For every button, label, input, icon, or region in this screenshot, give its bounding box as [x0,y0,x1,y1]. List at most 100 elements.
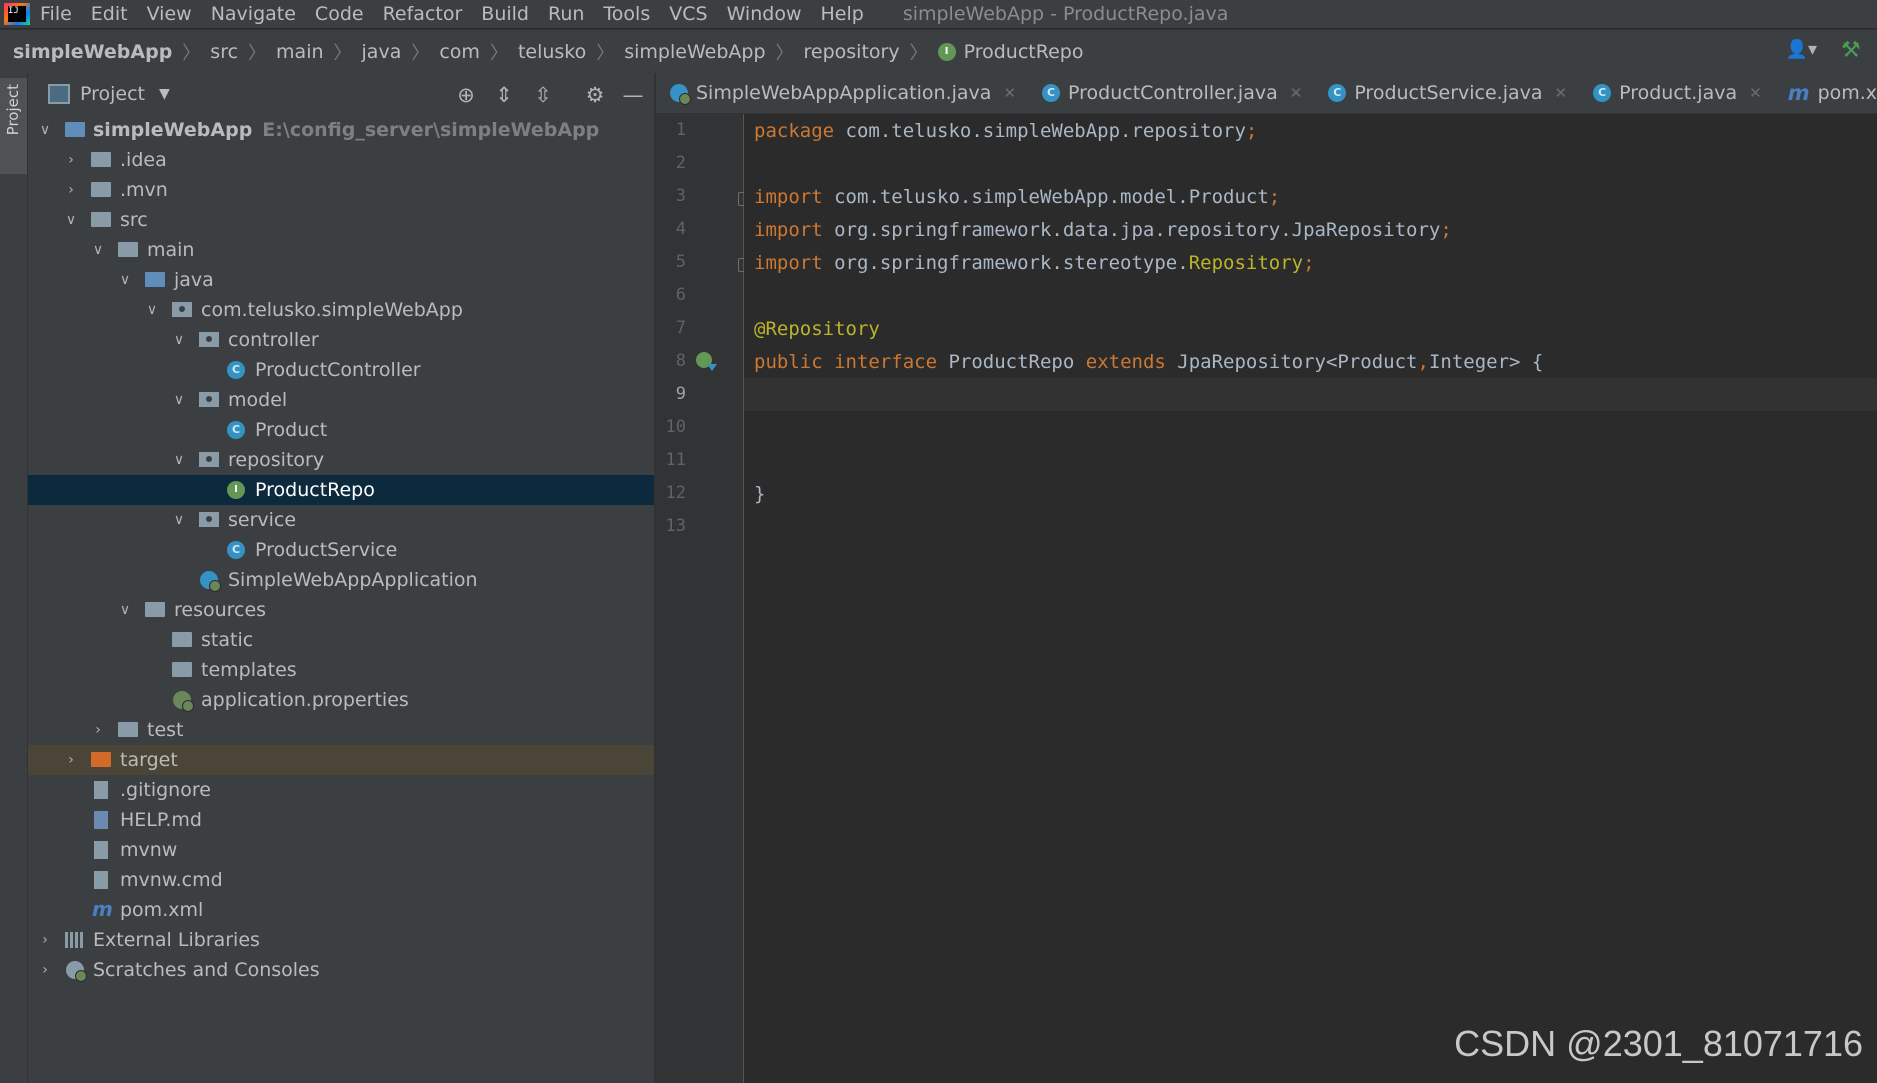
breadcrumb-item[interactable]: simpleWebApp [624,41,765,63]
tree-item-mvn[interactable]: › .mvn [28,175,654,205]
chevron-right-icon[interactable]: › [37,955,53,985]
tree-item-application-properties[interactable]: application.properties [28,685,654,715]
chevron-right-icon[interactable]: › [63,145,79,175]
menu-tools[interactable]: Tools [603,3,650,25]
tree-item-label: .gitignore [120,779,211,801]
tab-simplewebappapplication[interactable]: SimpleWebAppApplication.java ✕ [656,73,1028,113]
tree-item-external-libraries[interactable]: › External Libraries [28,925,654,955]
menu-run[interactable]: Run [548,3,584,25]
breadcrumb-item[interactable]: repository [804,41,900,63]
tree-item-resources[interactable]: ∨ resources [28,595,654,625]
tree-item-static[interactable]: static [28,625,654,655]
build-hammer-icon[interactable]: ⚒ [1841,38,1863,63]
menu-help[interactable]: Help [820,3,863,25]
tree-item-productcontroller[interactable]: C ProductController [28,355,654,385]
chevron-down-icon[interactable]: ∨ [171,385,187,415]
tab-productcontroller[interactable]: C ProductController.java ✕ [1028,73,1314,113]
tree-item-model[interactable]: ∨ model [28,385,654,415]
tree-item-product[interactable]: C Product [28,415,654,445]
tree-item-productrepo[interactable]: I ProductRepo [28,475,654,505]
project-panel-header: Project ▼ ⊕ ⇕ ⇳ ⚙ — [28,73,654,115]
chevron-down-icon[interactable]: ∨ [117,595,133,625]
tree-item-target[interactable]: › target [28,745,654,775]
menu-file[interactable]: File [40,3,72,25]
tree-item-mvnw[interactable]: mvnw [28,835,654,865]
close-icon[interactable]: ✕ [1555,84,1568,102]
chevron-down-icon[interactable]: ∨ [144,295,160,325]
project-panel-title[interactable]: Project [80,83,145,105]
tree-item-label: templates [201,659,297,681]
library-icon [65,932,85,948]
chevron-right-icon[interactable]: › [63,175,79,205]
close-icon[interactable]: ✕ [1003,84,1016,102]
tab-product[interactable]: C Product.java ✕ [1579,73,1774,113]
dropdown-arrow-icon[interactable]: ▼ [159,86,170,102]
breadcrumb-item[interactable]: src [210,41,238,63]
tree-item-productservice[interactable]: C ProductService [28,535,654,565]
tree-item-service[interactable]: ∨ service [28,505,654,535]
breadcrumb-item[interactable]: main [276,41,323,63]
chevron-down-icon[interactable]: ∨ [117,265,133,295]
chevron-down-icon[interactable]: ∨ [171,445,187,475]
gear-icon[interactable]: ⚙ [583,83,607,107]
scratches-icon [66,961,87,982]
tree-item-simplewebapp[interactable]: ∨ simpleWebApp E:\config_server\simpleWeb… [28,115,654,145]
user-account-icon[interactable]: 👤▾ [1786,39,1817,60]
tree-item-package[interactable]: ∨ com.telusko.simpleWebApp [28,295,654,325]
code-editor[interactable]: package com.telusko.simpleWebApp.reposit… [744,114,1877,1083]
minimize-icon[interactable]: — [621,83,645,107]
tree-item-mvnw-cmd[interactable]: mvnw.cmd [28,865,654,895]
chevron-right-icon[interactable]: › [37,925,53,955]
breadcrumb-item[interactable]: ProductRepo [964,41,1084,63]
chevron-down-icon[interactable]: ∨ [171,325,187,355]
chevron-down-icon[interactable]: ∨ [171,505,187,535]
tree-item-help-md[interactable]: HELP.md [28,805,654,835]
menu-vcs[interactable]: VCS [669,3,707,25]
tree-item-label: main [147,239,195,261]
tree-item-test[interactable]: › test [28,715,654,745]
project-tool-tab[interactable]: Project [0,78,27,174]
tree-item-idea[interactable]: › .idea [28,145,654,175]
breadcrumb-item[interactable]: java [362,41,402,63]
tree-item-simplewebappapplication[interactable]: SimpleWebAppApplication [28,565,654,595]
expand-all-icon[interactable]: ⇕ [492,83,516,107]
project-panel: Project ▼ ⊕ ⇕ ⇳ ⚙ — ∨ simpleWebApp E:\con… [28,73,654,1083]
chevron-right-icon[interactable]: › [63,745,79,775]
tree-item-java[interactable]: ∨ java [28,265,654,295]
tree-item-templates[interactable]: templates [28,655,654,685]
line-number: 10 [665,417,686,437]
chevron-right-icon[interactable]: › [90,715,106,745]
tab-pom-xml[interactable]: m pom.xml (simpleWebApp) [1774,73,1877,113]
tree-item-label: simpleWebApp [93,119,253,141]
tab-productservice[interactable]: C ProductService.java ✕ [1314,73,1579,113]
tree-item-main[interactable]: ∨ main [28,235,654,265]
menu-build[interactable]: Build [481,3,529,25]
breadcrumb-item[interactable]: simpleWebApp [13,41,172,63]
breadcrumb-item[interactable]: com [439,41,480,63]
collapse-all-icon[interactable]: ⇳ [531,83,555,107]
menu-edit[interactable]: Edit [91,3,128,25]
tree-item-pom-xml[interactable]: m pom.xml [28,895,654,925]
chevron-down-icon[interactable]: ∨ [90,235,106,265]
menu-navigate[interactable]: Navigate [211,3,296,25]
tree-item-repository[interactable]: ∨ repository [28,445,654,475]
chevron-down-icon[interactable]: ∨ [63,205,79,235]
menu-code[interactable]: Code [315,3,364,25]
tree-item-label: Product [255,419,328,441]
current-line-highlight [744,378,1877,411]
breadcrumb-item[interactable]: telusko [518,41,586,63]
tree-item-controller[interactable]: ∨ controller [28,325,654,355]
menu-view[interactable]: View [147,3,192,25]
menu-window[interactable]: Window [727,3,802,25]
close-icon[interactable]: ✕ [1749,84,1762,102]
tree-item-gitignore[interactable]: .gitignore [28,775,654,805]
tree-item-src[interactable]: ∨ src [28,205,654,235]
locate-target-icon[interactable]: ⊕ [454,83,478,107]
line-number: 4 [675,219,686,239]
menu-refactor[interactable]: Refactor [383,3,463,25]
spring-bean-gutter-icon[interactable] [696,352,717,371]
tree-item-scratches[interactable]: › Scratches and Consoles [28,955,654,985]
chevron-down-icon[interactable]: ∨ [37,115,53,145]
project-window-icon [48,84,70,104]
close-icon[interactable]: ✕ [1290,84,1303,102]
